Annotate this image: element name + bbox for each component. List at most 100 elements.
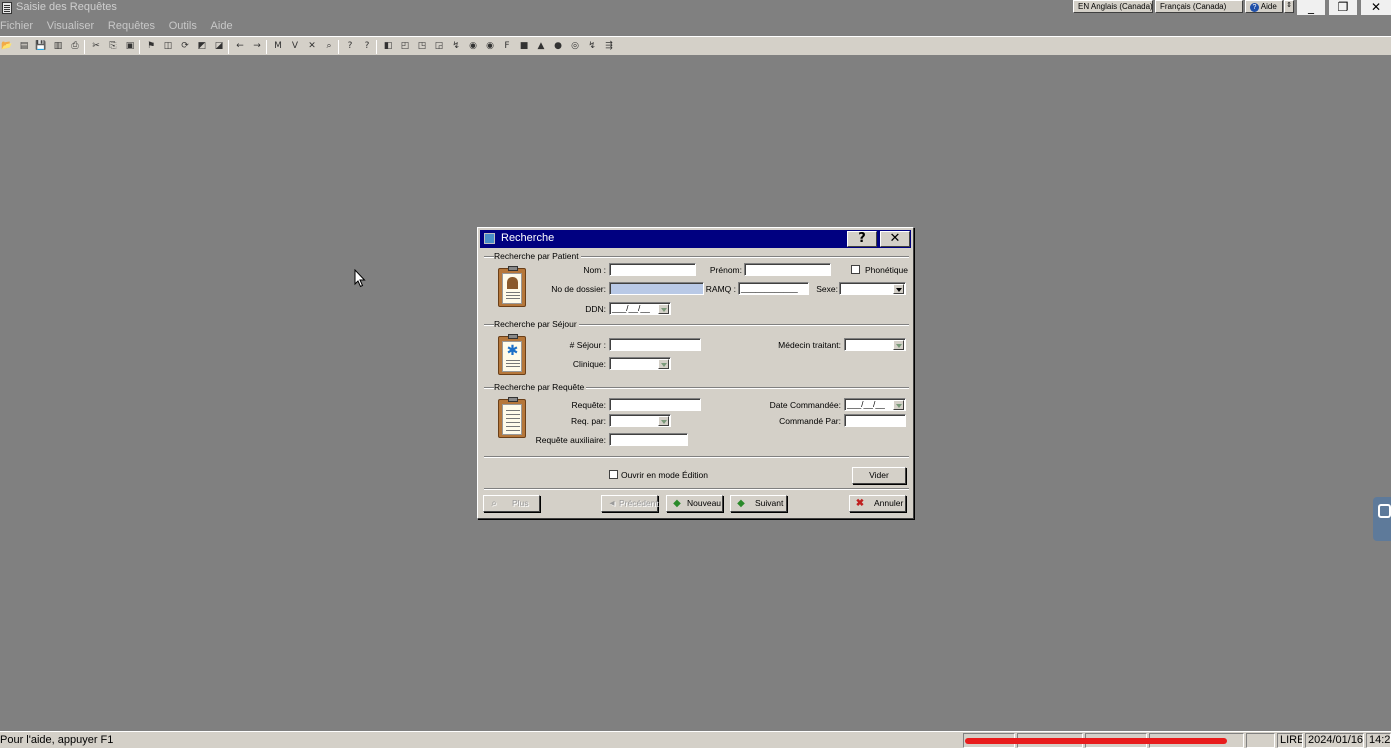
nouveau-button[interactable]: ◆ Nouveau	[666, 495, 723, 512]
commande-par-label: Commandé Par:	[779, 416, 841, 426]
toolbar-separator	[228, 40, 229, 54]
suivant-label: Suivant	[755, 498, 784, 508]
help-button[interactable]: ? Aide	[1245, 0, 1283, 13]
toolbar-icon: ⇶	[605, 41, 613, 51]
minimize-button[interactable]: _	[1297, 0, 1325, 15]
chevron-down-icon[interactable]	[658, 416, 669, 426]
menu-fichier[interactable]: Fichier	[0, 20, 38, 32]
vider-button[interactable]: Vider	[852, 467, 906, 484]
toolbar-button[interactable]: V	[289, 40, 301, 52]
nom-field[interactable]	[609, 263, 696, 276]
toolbar-button[interactable]: ◧	[382, 40, 394, 52]
menu-aide[interactable]: Aide	[211, 20, 238, 32]
toolbar-button[interactable]: ?	[361, 40, 373, 52]
chevron-down-icon[interactable]	[893, 340, 904, 350]
toolbar-button[interactable]: ▥	[52, 40, 64, 52]
chevron-down-icon[interactable]	[893, 400, 904, 410]
language-fr-button[interactable]: Français (Canada)	[1155, 0, 1243, 13]
toolbar-button[interactable]: 💾	[35, 40, 47, 52]
menu-requetes[interactable]: Requêtes	[108, 20, 160, 32]
divider	[484, 488, 909, 490]
chevron-down-icon[interactable]	[658, 304, 669, 314]
toolbar-button[interactable]: 📂	[1, 40, 13, 52]
requete-auxiliaire-field[interactable]	[609, 433, 688, 446]
toolbar-button[interactable]: ⌕	[323, 40, 335, 52]
requete-field[interactable]	[609, 398, 701, 411]
toolbar-button[interactable]: ✕	[306, 40, 318, 52]
restore-button[interactable]: ❐	[1329, 0, 1357, 15]
sejour-field[interactable]	[609, 338, 701, 351]
toolbar-button[interactable]: F	[501, 40, 513, 52]
precedent-label: Précédent	[619, 498, 658, 508]
dialog-help-button[interactable]: ?	[847, 231, 877, 247]
toolbar-button[interactable]: M	[272, 40, 284, 52]
status-time: 14:26	[1366, 733, 1391, 748]
toolbar-button[interactable]: ✂	[90, 40, 102, 52]
toolbar-button[interactable]: ◎	[569, 40, 581, 52]
toolbar-button[interactable]: ⚑	[145, 40, 157, 52]
phonetique-checkbox[interactable]	[851, 265, 860, 274]
toolbar-button[interactable]: ↯	[586, 40, 598, 52]
suivant-button[interactable]: ◆ Suivant	[730, 495, 787, 512]
prenom-field[interactable]	[744, 263, 831, 276]
dialog-title-bar: Recherche ? ✕	[480, 230, 911, 248]
toolbar-button[interactable]: ←	[234, 40, 246, 52]
toolbar-button[interactable]: ⇶	[603, 40, 615, 52]
edition-checkbox[interactable]	[609, 470, 618, 479]
edition-label: Ouvrir en mode Édition	[621, 470, 708, 480]
toolbar-button[interactable]: ■	[518, 40, 530, 52]
toolbar-button[interactable]: ◲	[433, 40, 445, 52]
toolbar-button[interactable]: ⟳	[179, 40, 191, 52]
toolbar-separator	[376, 40, 377, 54]
toolbar-button[interactable]: ↯	[450, 40, 462, 52]
toolbar-button[interactable]: ◉	[467, 40, 479, 52]
toolbar-icon: ◉	[486, 41, 494, 51]
chevron-down-icon[interactable]	[658, 359, 669, 369]
toolbar-button[interactable]: ▤	[18, 40, 30, 52]
toolbar-button[interactable]: ◫	[162, 40, 174, 52]
toolbar-button[interactable]: →	[251, 40, 263, 52]
menu-visualiser[interactable]: Visualiser	[47, 20, 100, 32]
status-panel	[1246, 733, 1275, 748]
menu-outils[interactable]: Outils	[169, 20, 202, 32]
toolbar-icon: ⎘	[109, 41, 117, 51]
reqpar-dropdown[interactable]	[609, 414, 671, 427]
toolbar-button[interactable]: ?	[344, 40, 356, 52]
annuler-button[interactable]: ✖ Annuler	[849, 495, 906, 512]
toolbar-button[interactable]: ◰	[399, 40, 411, 52]
help-label: Aide	[1260, 2, 1277, 11]
plus-button[interactable]: ⌕ Plus	[483, 495, 540, 512]
language-en-button[interactable]: EN Anglais (Canada)	[1073, 0, 1153, 13]
toolbar-button[interactable]: ⎙	[69, 40, 81, 52]
date-commandee-field[interactable]: ___/__/__	[844, 398, 906, 411]
toolbar-button[interactable]: ▣	[124, 40, 136, 52]
clinique-dropdown[interactable]	[609, 357, 671, 370]
dialog-app-icon	[484, 233, 495, 244]
medecin-label: Médecin traitant:	[778, 340, 841, 350]
toolbar-button[interactable]: ◉	[484, 40, 496, 52]
precedent-button[interactable]: ◂ Précédent	[601, 495, 658, 512]
chevron-down-icon[interactable]	[893, 284, 904, 294]
dossier-field[interactable]	[609, 282, 704, 295]
medecin-dropdown[interactable]	[844, 338, 906, 351]
ramq-field[interactable]: ____________	[738, 282, 809, 295]
dialog-close-button[interactable]: ✕	[880, 231, 910, 247]
section-patient-label: Recherche par Patient	[494, 251, 581, 261]
sexe-dropdown[interactable]	[839, 282, 906, 295]
language-scroll-icon[interactable]: ⇕	[1284, 0, 1294, 13]
side-panel-tab[interactable]	[1373, 497, 1391, 541]
close-window-button[interactable]: ✕	[1361, 0, 1391, 15]
commande-par-field[interactable]	[844, 414, 906, 427]
status-mode: LIRE	[1277, 733, 1303, 748]
ramq-label: RAMQ :	[705, 284, 736, 294]
toolbar-button[interactable]: ▲	[535, 40, 547, 52]
ddn-date-field[interactable]: ___/__/__	[609, 302, 671, 315]
status-date: 2024/01/16	[1305, 733, 1364, 748]
requete-auxiliaire-label: Requête auxiliaire:	[535, 435, 606, 445]
toolbar-button[interactable]: ●	[552, 40, 564, 52]
toolbar-button[interactable]: ◩	[196, 40, 208, 52]
toolbar-button[interactable]: ◪	[213, 40, 225, 52]
section-sejour-label: Recherche par Séjour	[494, 319, 579, 329]
toolbar-button[interactable]: ◳	[416, 40, 428, 52]
toolbar-button[interactable]: ⎘	[107, 40, 119, 52]
